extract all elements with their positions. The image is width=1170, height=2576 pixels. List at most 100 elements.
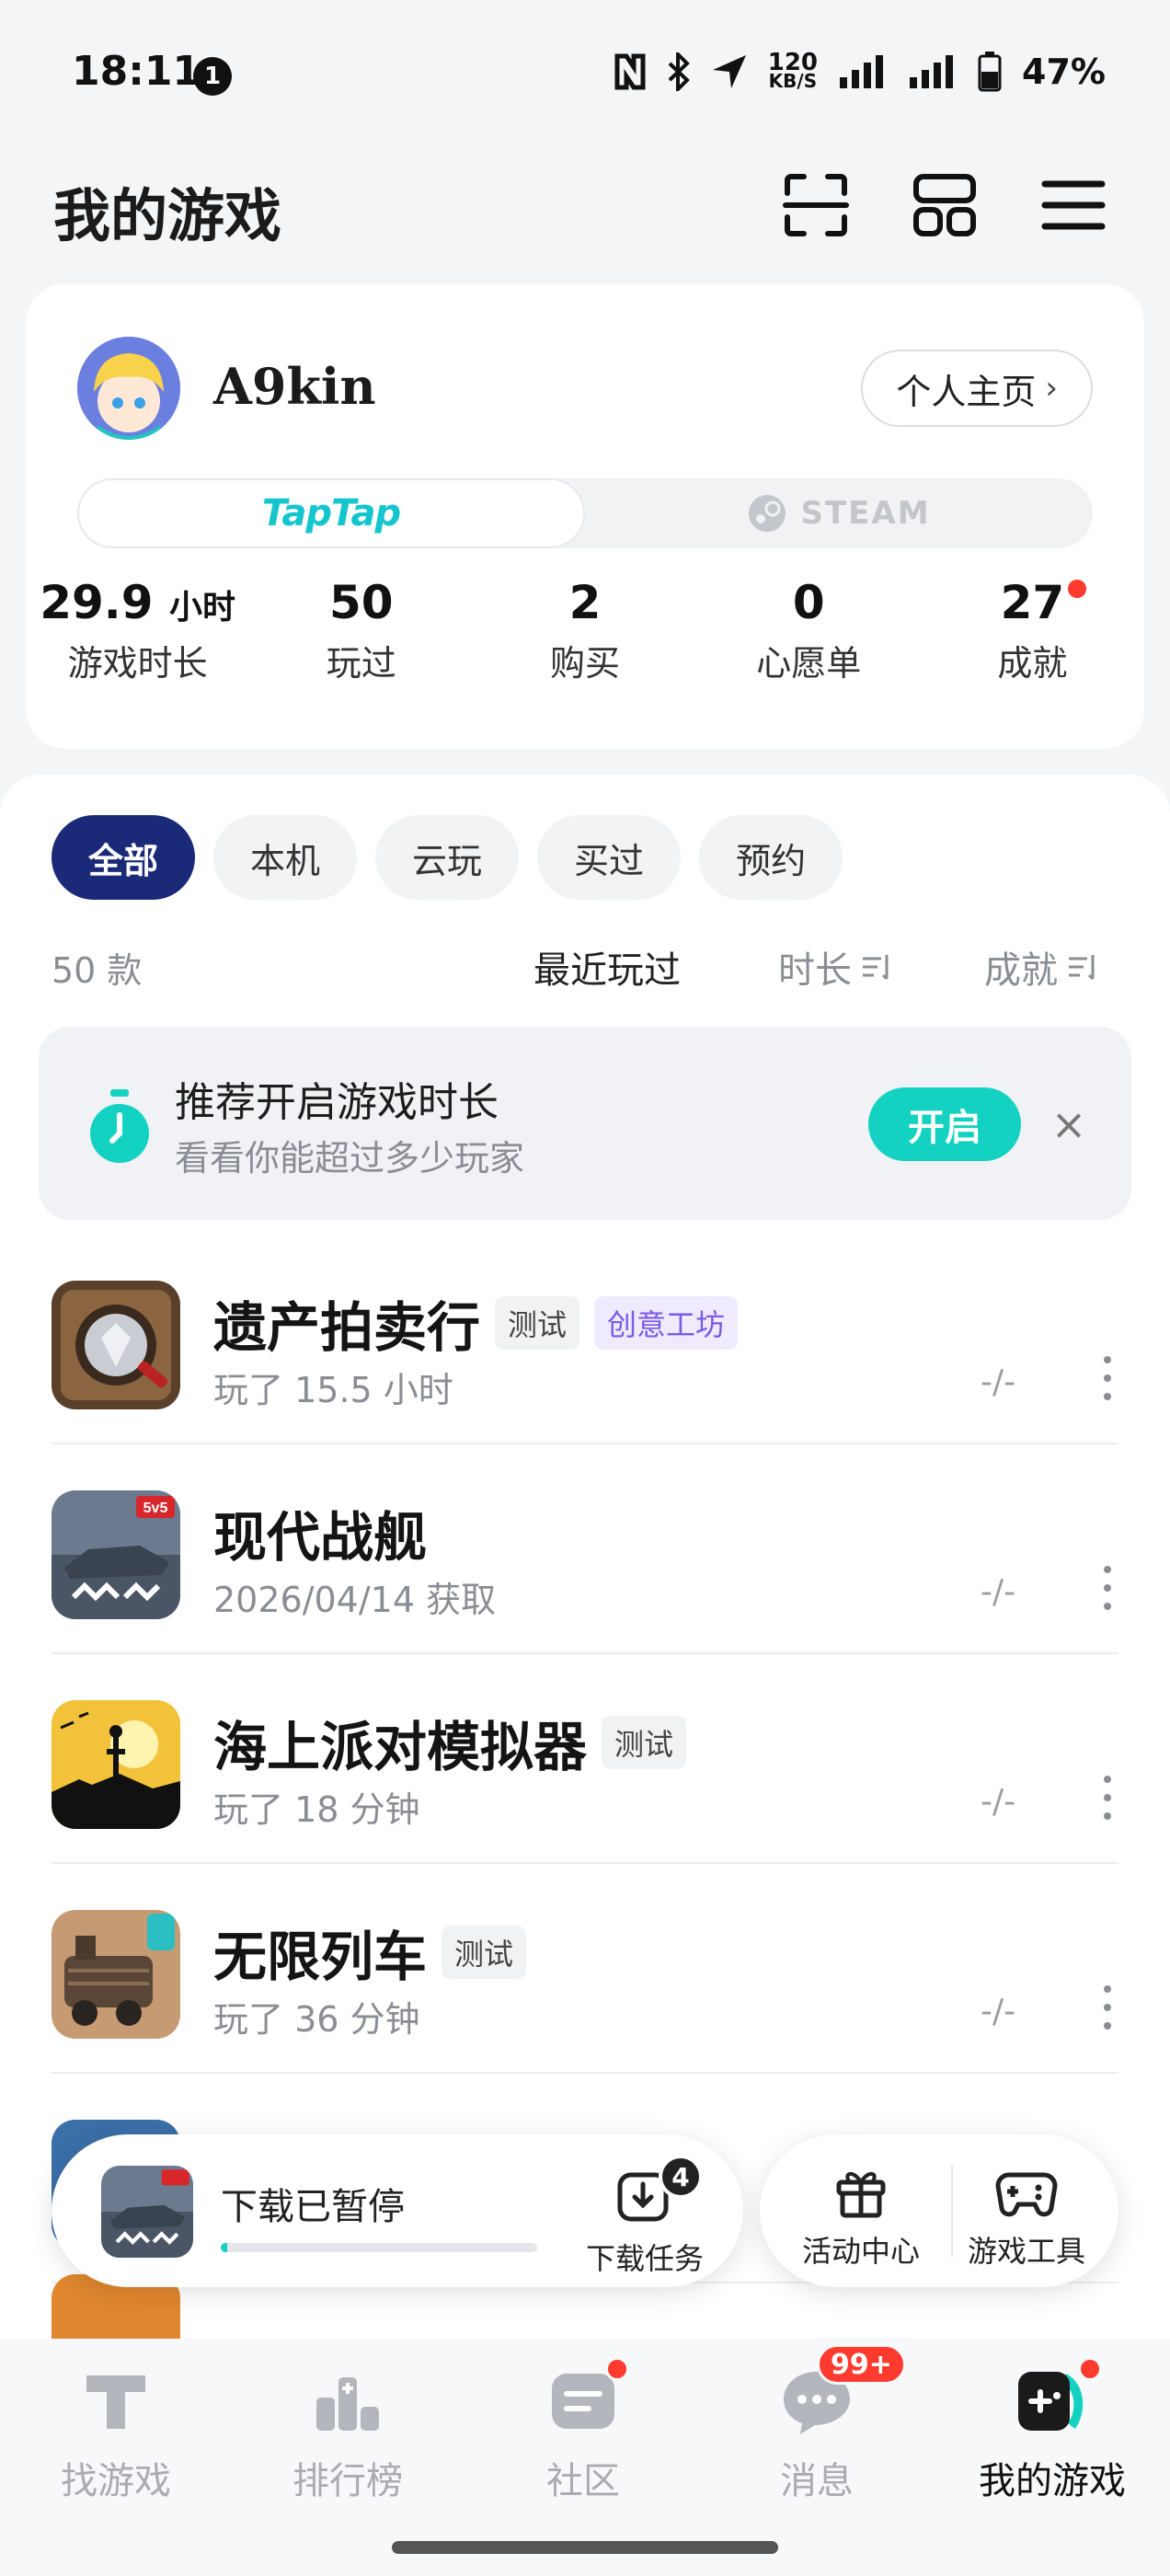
game-acquired-date: 2026/04/14 获取	[213, 1580, 497, 1620]
game-achievement-progress: -/-	[981, 1573, 1016, 1611]
sort-achievement[interactable]: 成就	[984, 940, 1098, 994]
tag-workshop: 创意工坊	[594, 1296, 739, 1350]
profile-home-button[interactable]: 个人主页 ›	[861, 350, 1093, 427]
bluetooth-icon	[668, 52, 690, 91]
avatar[interactable]	[77, 337, 180, 440]
download-task-count: 4	[659, 2155, 703, 2199]
filter-chips: 全部 本机 云玩 买过 预约	[52, 815, 843, 900]
download-tasks-button[interactable]: 4 下载任务	[576, 2155, 714, 2278]
signal-icon	[840, 55, 884, 88]
nav-label: 我的游戏	[979, 2460, 1126, 2502]
battery-icon	[978, 52, 1002, 92]
menu-icon[interactable]	[1039, 171, 1107, 239]
activity-center-button[interactable]: 活动中心	[778, 2162, 944, 2271]
tab-steam[interactable]: STEAM	[585, 478, 1093, 548]
network-speed: 120 KB/S	[767, 49, 819, 92]
nav-ranking[interactable]: 排行榜	[256, 2364, 440, 2504]
playtime-promo-banner: 推荐开启游戏时长 看看你能超过多少玩家 开启 ×	[39, 1027, 1131, 1220]
nav-label: 社区	[546, 2460, 620, 2502]
tab-taptap[interactable]: TapTap	[77, 478, 585, 548]
steam-label: STEAM	[800, 495, 931, 532]
more-vertical-icon[interactable]	[1102, 1352, 1113, 1404]
stat-unit: 小时	[168, 589, 235, 627]
status-icons: 120 KB/S 47%	[614, 49, 1106, 92]
tools-bar: 活动中心 游戏工具	[760, 2134, 1118, 2287]
sort-duration-label: 时长	[778, 949, 852, 992]
community-dot	[605, 2357, 629, 2381]
filter-local[interactable]: 本机	[213, 815, 358, 900]
profile-home-label: 个人主页	[896, 371, 1037, 412]
scan-icon[interactable]	[782, 171, 850, 239]
stat-playtime[interactable]: 29.9 小时 游戏时长	[26, 576, 249, 685]
stat-label: 购买	[550, 643, 621, 684]
find-game-icon	[86, 2375, 145, 2429]
more-vertical-icon[interactable]	[1102, 1982, 1113, 2033]
gift-icon	[836, 2172, 886, 2218]
new-achievement-dot	[1067, 580, 1086, 598]
filter-all[interactable]: 全部	[52, 815, 196, 900]
home-indicator[interactable]	[392, 2541, 778, 2554]
stat-value: 2	[568, 576, 602, 629]
game-row[interactable]: 无限列车 测试 玩了 36 分钟 -/-	[52, 1864, 1118, 2074]
nav-label: 找游戏	[61, 2460, 171, 2502]
more-vertical-icon[interactable]	[1102, 1772, 1113, 1823]
stat-label: 成就	[997, 643, 1068, 684]
game-icon-modern-warships: 5v5	[52, 1490, 180, 1619]
download-progress-fill	[221, 2243, 227, 2252]
enable-playtime-button[interactable]: 开启	[868, 1087, 1021, 1161]
promo-title: 推荐开启游戏时长	[175, 1079, 499, 1126]
ranking-icon	[316, 2377, 379, 2431]
username: A9kin	[213, 357, 376, 416]
close-icon[interactable]: ×	[1047, 1102, 1091, 1146]
game-achievement-progress: -/-	[981, 1993, 1016, 2030]
page-title: 我的游戏	[53, 182, 282, 249]
game-playtime: 玩了 18 分钟	[213, 1789, 420, 1830]
game-achievement-progress: -/-	[981, 1363, 1016, 1401]
game-playtime: 玩了 15.5 小时	[213, 1370, 453, 1410]
stat-wishlist[interactable]: 0 心愿单	[697, 576, 921, 685]
download-task-label: 下载任务	[585, 2241, 704, 2276]
game-icon-sea-party	[52, 1700, 180, 1829]
more-vertical-icon[interactable]	[1102, 1562, 1113, 1614]
nav-community[interactable]: 社区	[491, 2357, 675, 2504]
status-time: 18:11	[72, 48, 201, 95]
screen: { "status_bar": { "time": "18:11", "noti…	[0, 0, 1170, 2576]
stat-achievements[interactable]: 27 成就	[921, 576, 1144, 685]
download-status: 下载已暂停	[221, 2186, 405, 2228]
game-tools-button[interactable]: 游戏工具	[944, 2162, 1109, 2271]
game-title: 无限列车	[213, 1926, 428, 1988]
stat-purchased[interactable]: 2 购买	[473, 576, 696, 685]
download-progress-bar	[221, 2243, 537, 2252]
game-row[interactable]: 海上派对模拟器 测试 玩了 18 分钟 -/-	[52, 1654, 1118, 1864]
nav-my-games[interactable]: 我的游戏	[960, 2357, 1144, 2504]
stat-label: 玩过	[326, 643, 396, 684]
sort-duration[interactable]: 时长	[778, 940, 892, 994]
filter-bought[interactable]: 买过	[537, 815, 682, 900]
svg-text:5v5: 5v5	[143, 1501, 168, 1516]
game-achievement-progress: -/-	[981, 1783, 1016, 1821]
nav-messages[interactable]: 99+ 消息	[725, 2344, 909, 2504]
status-bar: 18:11 1 120 KB/S 47%	[0, 0, 1170, 147]
game-title: 现代战舰	[213, 1506, 428, 1569]
promo-subtitle: 看看你能超过多少玩家	[175, 1138, 525, 1179]
sort-recent[interactable]: 最近玩过	[533, 940, 681, 994]
sort-icon	[863, 955, 889, 981]
grid-icon[interactable]	[911, 171, 979, 239]
nfc-icon	[614, 53, 646, 90]
download-bar[interactable]: 下载已暂停 4 下载任务	[52, 2134, 743, 2287]
nav-find-game[interactable]: 找游戏	[24, 2364, 208, 2504]
filter-reserved[interactable]: 预约	[699, 815, 843, 900]
filter-cloud[interactable]: 云玩	[375, 815, 520, 900]
game-row[interactable]: 遗产拍卖行 测试 创意工坊 玩了 15.5 小时 -/-	[52, 1235, 1118, 1444]
signal-icon-2	[910, 55, 954, 88]
game-icon-auction	[52, 1281, 180, 1409]
download-game-thumbnail	[101, 2166, 193, 2258]
stat-played[interactable]: 50 玩过	[249, 576, 473, 685]
steam-icon	[749, 495, 786, 532]
chevron-right-icon: ›	[1045, 370, 1058, 407]
game-title: 海上派对模拟器	[213, 1716, 588, 1778]
game-row[interactable]: 5v5 现代战舰 2026/04/14 获取 -/-	[52, 1444, 1118, 1654]
stopwatch-icon	[90, 1089, 149, 1163]
location-icon	[712, 55, 746, 88]
tag-beta: 测试	[602, 1716, 687, 1769]
